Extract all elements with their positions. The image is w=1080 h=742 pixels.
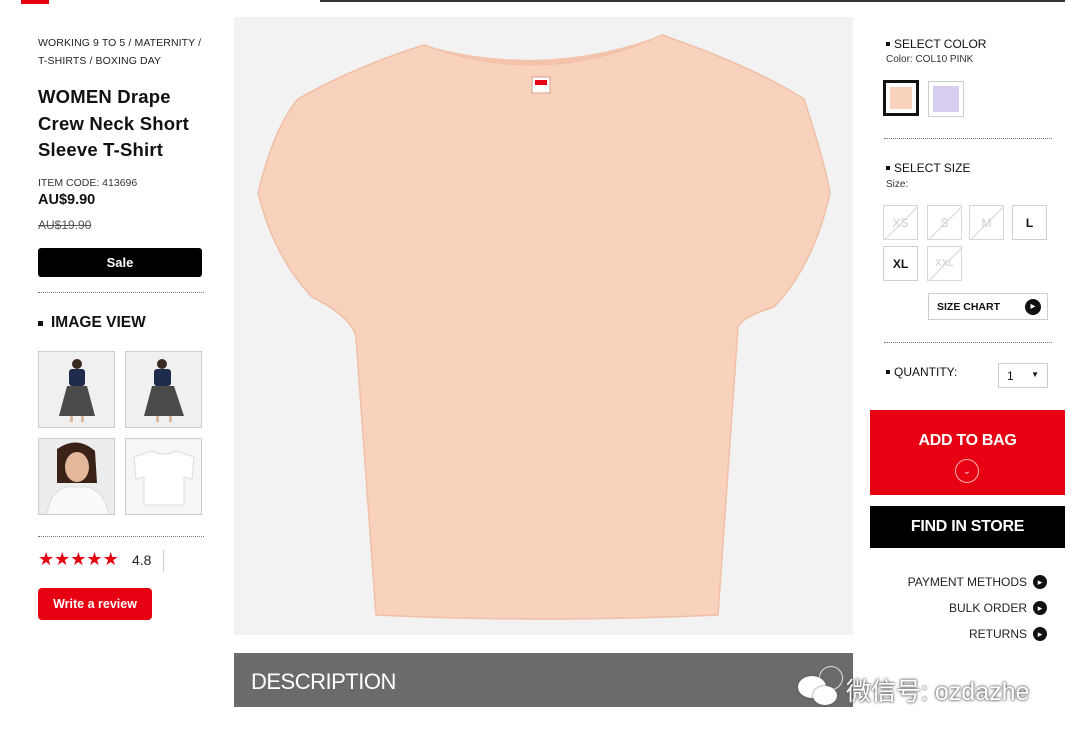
brand-bar (21, 0, 49, 4)
thumbnail-flat-white-tee[interactable] (125, 438, 202, 515)
current-color: Color: COL10 PINK (886, 54, 974, 65)
sale-badge[interactable]: Sale (38, 248, 202, 277)
star-icon: ★ (70, 549, 87, 569)
rating-stars: ★ ★ ★ ★ ★ (38, 549, 119, 569)
breadcrumb: WORKING 9 TO 5 / MATERNITY / T-SHIRTS / … (38, 34, 208, 70)
thumbnail-model-side-navy-top[interactable] (125, 351, 202, 428)
description-accordion[interactable]: DESCRIPTION (234, 653, 853, 707)
quantity-label: QUANTITY: (894, 365, 958, 379)
arrow-right-icon: ▸ (1025, 299, 1041, 315)
find-in-store-button[interactable]: FIND IN STORE (870, 506, 1065, 548)
chevron-down-icon: ⌄ (955, 459, 979, 483)
size-chart-label: SIZE CHART (937, 300, 1000, 313)
header-divider (320, 0, 1065, 2)
add-to-bag-label: ADD TO BAG (918, 432, 1017, 449)
product-main-image[interactable] (234, 17, 853, 635)
size-option-l[interactable]: L (1012, 205, 1047, 240)
size-chart-button[interactable]: SIZE CHART ▸ (928, 293, 1048, 320)
divider (38, 536, 204, 537)
thumbnail-model-front-navy-top[interactable] (38, 351, 115, 428)
bullet-icon (38, 320, 43, 326)
divider (884, 138, 1052, 139)
bulk-order-label: BULK ORDER (948, 601, 1027, 615)
color-swatch-pink[interactable] (883, 80, 919, 116)
wechat-logo-icon (796, 674, 840, 706)
watermark-text: 微信号: ozdazhe (846, 678, 1030, 706)
star-icon: ★ (54, 549, 71, 569)
select-color-label: SELECT COLOR (894, 37, 987, 51)
arrow-right-icon: ▸ (1033, 601, 1047, 615)
select-size-heading: SELECT SIZE (886, 161, 970, 175)
bullet-icon (886, 166, 890, 170)
image-view-heading: IMAGE VIEW (38, 314, 146, 332)
payment-methods-label: PAYMENT METHODS (907, 575, 1027, 589)
size-option-s: S (927, 205, 962, 240)
color-swatch-lavender[interactable] (928, 81, 964, 117)
size-option-xs: XS (883, 205, 918, 240)
star-icon: ★ (86, 549, 103, 569)
divider (38, 292, 204, 293)
select-size-label: SELECT SIZE (894, 161, 971, 175)
description-label: DESCRIPTION (251, 669, 396, 694)
product-title: WOMEN Drape Crew Neck Short Sleeve T-Shi… (38, 86, 190, 160)
breadcrumb-separator: / (128, 37, 132, 49)
star-icon: ★ (38, 549, 55, 569)
breadcrumb-t-shirts[interactable]: T-SHIRTS (38, 55, 86, 67)
watermark: 微信号: ozdazhe (796, 672, 1029, 708)
bulk-order-link[interactable]: BULK ORDER ▸ (949, 601, 1047, 615)
rating-value: 4.8 (132, 552, 152, 568)
image-view-label: IMAGE VIEW (51, 314, 146, 331)
sale-price: AU$9.90 (38, 192, 96, 208)
original-price: AU$19.90 (38, 218, 92, 232)
payment-methods-link[interactable]: PAYMENT METHODS ▸ (908, 575, 1047, 589)
add-to-bag-button[interactable]: ADD TO BAG ⌄ (870, 410, 1065, 495)
quantity-heading: QUANTITY: (886, 365, 957, 379)
divider (884, 342, 1052, 343)
select-color-heading: SELECT COLOR (886, 37, 986, 51)
breadcrumb-working-9-to-5[interactable]: WORKING 9 TO 5 (38, 37, 125, 49)
breadcrumb-separator: / (89, 55, 93, 67)
size-option-m: M (969, 205, 1004, 240)
arrow-right-icon: ▸ (1033, 575, 1047, 589)
breadcrumb-separator: / (198, 37, 202, 49)
bullet-icon (886, 370, 890, 374)
size-option-xl[interactable]: XL (883, 246, 918, 281)
arrow-right-icon: ▸ (1033, 627, 1047, 641)
write-review-button[interactable]: Write a review (38, 588, 152, 620)
returns-link[interactable]: RETURNS ▸ (969, 627, 1047, 641)
divider (163, 550, 164, 572)
size-label: Size: (886, 179, 909, 190)
thumbnail-model-closeup-white-top[interactable] (38, 438, 115, 515)
quantity-value: 1 (1007, 369, 1014, 383)
bullet-icon (886, 42, 890, 46)
size-option-xxl: XXL (927, 246, 962, 281)
item-code: ITEM CODE: 413696 (38, 177, 138, 189)
returns-label: RETURNS (968, 627, 1027, 641)
breadcrumb-boxing-day[interactable]: BOXING DAY (96, 55, 162, 67)
dropdown-arrow-icon: ▼ (1031, 370, 1039, 379)
star-icon: ★ (102, 549, 119, 569)
quantity-select[interactable]: 1 ▼ (998, 363, 1048, 388)
breadcrumb-maternity[interactable]: MATERNITY (134, 37, 195, 49)
